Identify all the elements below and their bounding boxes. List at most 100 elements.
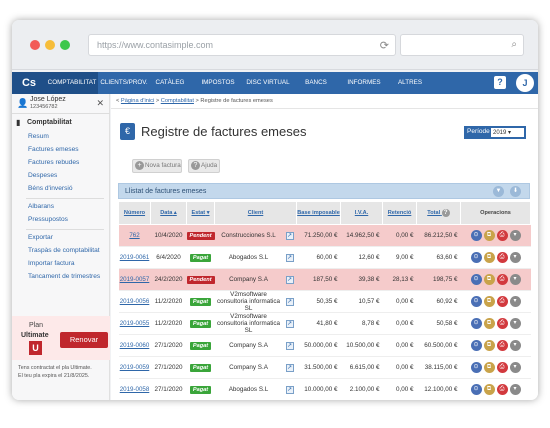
nav-item-informes[interactable]: INFORMES (344, 72, 384, 94)
more-icon[interactable]: ▾ (509, 230, 521, 241)
nav-item-cataleg[interactable]: CATÀLEG (150, 72, 190, 94)
attach-icon[interactable]: ⊙ (470, 318, 482, 329)
maximize-dot[interactable] (60, 40, 70, 50)
cell-number[interactable]: 2019-0056 (118, 290, 151, 313)
more-icon[interactable]: ▾ (509, 384, 521, 395)
sidebar-item-pressupostos[interactable]: Pressupostos (28, 216, 68, 223)
minimize-dot[interactable] (45, 40, 55, 50)
sidebar-item-despeses[interactable]: Despeses (28, 172, 57, 179)
client-chart-icon[interactable]: ↗ (285, 363, 294, 372)
sidebar-item-importar-factura[interactable]: Importar factura (28, 260, 75, 267)
invoice-number-link[interactable]: 2019-0057 (120, 276, 150, 283)
print-icon[interactable]: ⎙ (496, 340, 508, 351)
print-icon[interactable]: ⎙ (496, 384, 508, 395)
client-chart-icon[interactable]: ↗ (285, 385, 294, 394)
attach-icon[interactable]: ⊙ (470, 362, 482, 373)
nav-item-disc-virtual[interactable]: DISC VIRTUAL (244, 72, 292, 94)
cell-number[interactable]: 2019-0055 (118, 312, 151, 335)
close-dot[interactable] (30, 40, 40, 50)
print-icon[interactable]: ⎙ (496, 296, 508, 307)
table-row[interactable]: 2019-0056 11/2/2020 Pagat V2msoftware consu… (118, 290, 531, 313)
nav-item-comptabilitat[interactable]: COMPTABILITAT (46, 72, 98, 94)
breadcrumb-section[interactable]: Comptabilitat (161, 98, 194, 104)
shuffle-icon[interactable]: ✕ (96, 98, 104, 109)
more-icon[interactable]: ▾ (509, 252, 521, 263)
invoice-number-link[interactable]: 2019-0061 (120, 254, 150, 261)
help-icon[interactable]: ? (494, 76, 506, 89)
duplicate-icon[interactable]: ⧉ (483, 274, 495, 285)
attach-icon[interactable]: ⊙ (470, 230, 482, 241)
table-row[interactable]: 2019-0060 27/1/2020 Pagat Company S.A ↗ 50.00… (118, 334, 531, 357)
app-logo[interactable]: Cs (12, 72, 46, 94)
client-chart-icon[interactable]: ↗ (285, 297, 294, 306)
reload-icon[interactable]: ⟳ (380, 39, 389, 52)
duplicate-icon[interactable]: ⧉ (483, 318, 495, 329)
cell-number[interactable]: 762 (118, 224, 151, 247)
attach-icon[interactable]: ⊙ (470, 384, 482, 395)
cell-number[interactable]: 2019-0058 (118, 378, 151, 400)
duplicate-icon[interactable]: ⧉ (483, 340, 495, 351)
url-bar[interactable]: https://www.contasimple.com ⟳ (88, 34, 396, 56)
cell-number[interactable]: 2019-0059 (118, 356, 151, 379)
sidebar-item-factures-rebudes[interactable]: Factures rebudes (28, 159, 79, 166)
more-icon[interactable]: ▾ (509, 362, 521, 373)
col-total[interactable]: Total ? (416, 201, 462, 225)
nav-item-bancs[interactable]: BANCS (298, 72, 334, 94)
attach-icon[interactable]: ⊙ (470, 252, 482, 263)
nav-item-altres[interactable]: ALTRES (392, 72, 428, 94)
duplicate-icon[interactable]: ⧉ (483, 252, 495, 263)
help-icon[interactable]: ? (441, 209, 450, 217)
col-base[interactable]: Base imposable (296, 201, 342, 225)
table-row[interactable]: 2019-0058 27/1/2020 Pagat Abogados S.L ↗ 10.0… (118, 378, 531, 400)
table-row[interactable]: 2019-0061 6/4/2020 Pagat Abogados S.L ↗ 60,00… (118, 246, 531, 269)
more-icon[interactable]: ▾ (509, 274, 521, 285)
sidebar-item-exportar[interactable]: Exportar (28, 234, 53, 241)
col-retencio[interactable]: Retenció (382, 201, 418, 225)
cell-number[interactable]: 2019-0061 (118, 246, 151, 269)
duplicate-icon[interactable]: ⧉ (483, 230, 495, 241)
duplicate-icon[interactable]: ⧉ (483, 296, 495, 307)
col-iva[interactable]: I.V.A. (340, 201, 384, 225)
period-select[interactable]: 2019 ▾ (491, 128, 524, 137)
filter-icon[interactable]: ▼ (493, 186, 504, 197)
more-icon[interactable]: ▾ (509, 296, 521, 307)
invoice-number-link[interactable]: 2019-0055 (120, 320, 150, 327)
client-chart-icon[interactable]: ↗ (285, 275, 294, 284)
client-chart-icon[interactable]: ↗ (285, 231, 294, 240)
col-client[interactable]: Client (213, 201, 298, 225)
table-row[interactable]: 2019-0057 24/2/2020 Pendent Company S.A ↗ 187… (118, 268, 531, 291)
client-chart-icon[interactable]: ↗ (285, 319, 294, 328)
help-button[interactable]: ? Ajuda (188, 159, 220, 173)
invoice-number-link[interactable]: 2019-0056 (120, 298, 150, 305)
nav-item-impostos[interactable]: IMPOSTOS (196, 72, 240, 94)
sidebar-item-tancament[interactable]: Tancament de trimestres (28, 273, 100, 280)
table-row[interactable]: 762 10/4/2020 Pendent Construcciones S.L ↗ 71… (118, 224, 531, 247)
sidebar-item-resum[interactable]: Resum (28, 133, 49, 140)
print-icon[interactable]: ⎙ (496, 318, 508, 329)
col-numero[interactable]: Número (118, 201, 151, 225)
invoice-number-link[interactable]: 762 (129, 232, 139, 239)
duplicate-icon[interactable]: ⧉ (483, 362, 495, 373)
invoice-number-link[interactable]: 2019-0060 (120, 342, 150, 349)
client-chart-icon[interactable]: ↗ (285, 341, 294, 350)
cell-number[interactable]: 2019-0060 (118, 334, 151, 357)
table-row[interactable]: 2019-0055 11/2/2020 Pagat V2msoftware consu… (118, 312, 531, 335)
print-icon[interactable]: ⎙ (496, 274, 508, 285)
download-icon[interactable]: ⬇ (510, 186, 521, 197)
more-icon[interactable]: ▾ (509, 318, 521, 329)
print-icon[interactable]: ⎙ (496, 230, 508, 241)
new-invoice-button[interactable]: + Nova factura (132, 159, 182, 173)
table-row[interactable]: 2019-0059 27/1/2020 Pagat Company S.A ↗ 31.50… (118, 356, 531, 379)
attach-icon[interactable]: ⊙ (470, 274, 482, 285)
browser-search-input[interactable]: ⌕ (400, 34, 524, 56)
print-icon[interactable]: ⎙ (496, 362, 508, 373)
duplicate-icon[interactable]: ⧉ (483, 384, 495, 395)
col-data[interactable]: Data ▴ (150, 201, 187, 225)
sidebar-item-factures-emeses[interactable]: Factures emeses (28, 146, 79, 153)
more-icon[interactable]: ▾ (509, 340, 521, 351)
sidebar-item-traspas[interactable]: Traspàs de comptabilitat (28, 247, 100, 254)
invoice-number-link[interactable]: 2019-0058 (120, 386, 150, 393)
renew-button[interactable]: Renovar (60, 332, 108, 348)
sidebar-item-albarans[interactable]: Albarans (28, 203, 54, 210)
client-chart-icon[interactable]: ↗ (285, 253, 294, 262)
